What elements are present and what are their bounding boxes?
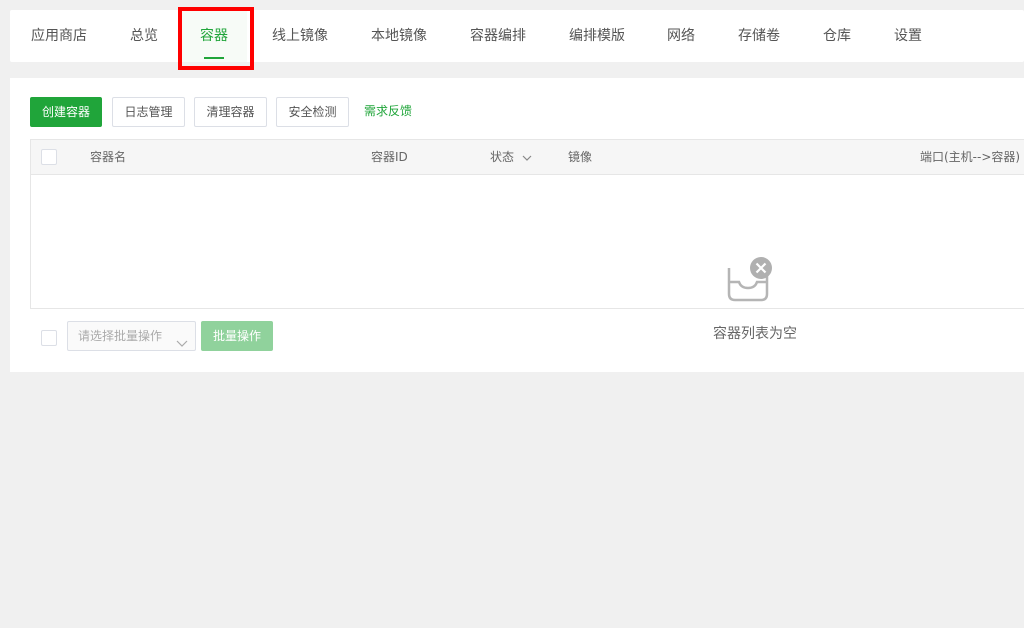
tab-network[interactable]: 网络 xyxy=(667,10,695,62)
batch-action-select[interactable]: 请选择批量操作 xyxy=(67,321,196,351)
column-header-image: 镜像 xyxy=(568,150,593,164)
log-management-button[interactable]: 日志管理 xyxy=(112,97,185,127)
empty-state-text: 容器列表为空 xyxy=(713,326,797,342)
batch-select-checkbox[interactable] xyxy=(41,330,57,346)
empty-inbox-icon xyxy=(725,256,777,310)
column-header-id: 容器ID xyxy=(371,150,408,164)
tab-container-compose[interactable]: 容器编排 xyxy=(470,10,526,62)
tab-registry[interactable]: 仓库 xyxy=(823,10,851,62)
table-header: 容器名 容器ID 状态 镜像 端口(主机-->容器) xyxy=(31,140,1024,175)
container-table: 容器名 容器ID 状态 镜像 端口(主机-->容器) 容器列表为空 xyxy=(30,139,1024,342)
batch-action-button[interactable]: 批量操作 xyxy=(201,321,273,351)
feedback-link[interactable]: 需求反馈 xyxy=(360,97,416,127)
tab-app-store[interactable]: 应用商店 xyxy=(31,10,87,62)
tab-containers[interactable]: 容器 xyxy=(181,10,247,62)
tab-volumes[interactable]: 存储卷 xyxy=(738,10,780,62)
main-panel: 创建容器 日志管理 清理容器 安全检测 需求反馈 容器名 容器ID 状态 镜像 … xyxy=(10,78,1024,372)
top-tab-bar: 应用商店 总览 容器 线上镜像 本地镜像 容器编排 编排模版 网络 存储卷 仓库… xyxy=(10,10,1024,62)
batch-action-placeholder: 请选择批量操作 xyxy=(78,329,163,343)
tab-compose-templates[interactable]: 编排模版 xyxy=(569,10,625,62)
tab-settings[interactable]: 设置 xyxy=(894,10,922,62)
chevron-down-icon xyxy=(176,330,188,358)
column-header-status-label: 状态 xyxy=(490,150,515,164)
clean-containers-button[interactable]: 清理容器 xyxy=(194,97,267,127)
column-header-status[interactable]: 状态 xyxy=(490,140,532,175)
tab-containers-label: 容器 xyxy=(200,28,228,44)
column-header-name: 容器名 xyxy=(90,150,127,164)
chevron-down-icon xyxy=(522,140,532,175)
column-header-ports: 端口(主机-->容器) xyxy=(920,150,1021,164)
security-scan-button[interactable]: 安全检测 xyxy=(276,97,349,127)
tab-local-images[interactable]: 本地镜像 xyxy=(371,10,427,62)
create-container-button[interactable]: 创建容器 xyxy=(30,97,102,127)
active-tab-indicator xyxy=(204,57,224,59)
tab-online-images[interactable]: 线上镜像 xyxy=(272,10,328,62)
tab-overview[interactable]: 总览 xyxy=(130,10,158,62)
select-all-checkbox[interactable] xyxy=(41,149,57,165)
